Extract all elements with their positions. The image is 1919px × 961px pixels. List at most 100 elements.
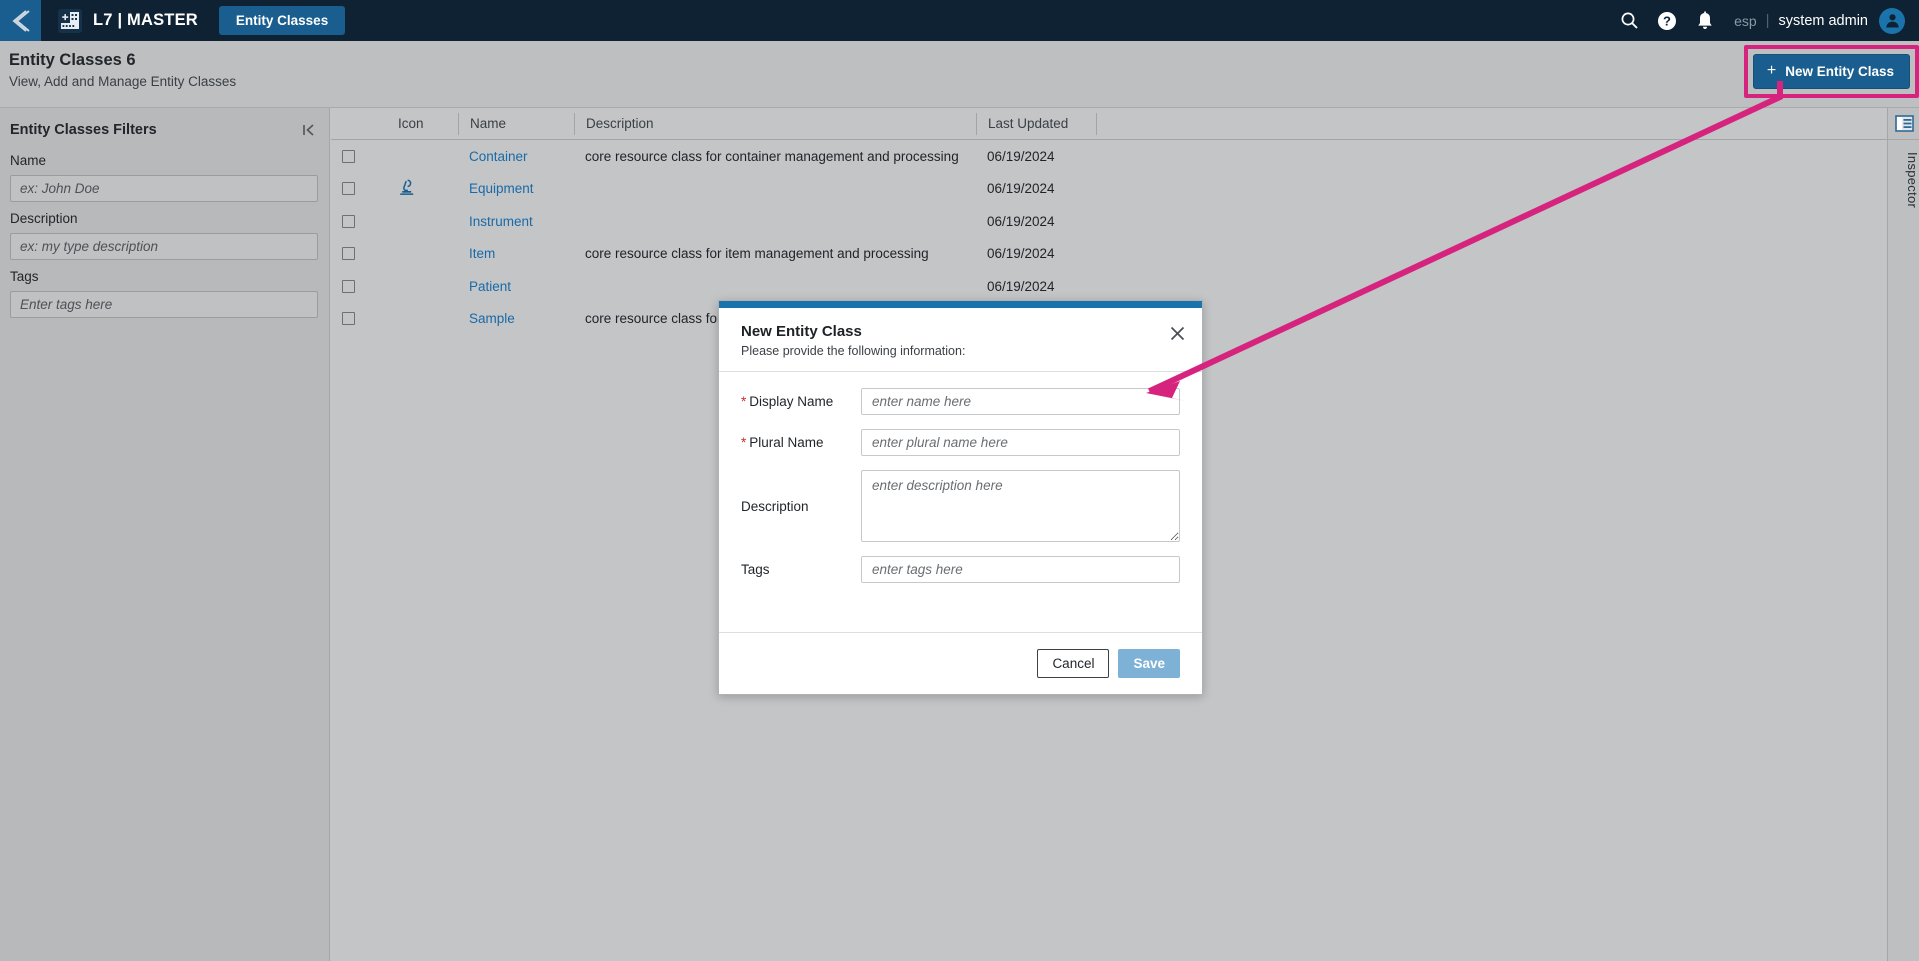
display-name-label-text: Display Name [749, 394, 834, 409]
row-name-cell: Sample [458, 311, 574, 326]
entity-class-link[interactable]: Equipment [469, 181, 534, 196]
modal-top-accent-bar [719, 301, 1202, 308]
close-icon[interactable] [1169, 325, 1186, 346]
column-header-name[interactable]: Name [458, 112, 574, 135]
filter-group-tags: Tags [0, 260, 329, 318]
top-navigation-bar: L7 | MASTER Entity Classes ? esp | syste… [0, 0, 1919, 41]
row-description-cell: core resource class for item management … [585, 246, 929, 262]
user-name-label[interactable]: system admin [1779, 13, 1868, 29]
table-row[interactable]: Instrument 06/19/2024 [331, 205, 1887, 238]
row-last-updated-cell: 06/19/2024 [987, 246, 1055, 262]
entity-class-link[interactable]: Instrument [469, 214, 533, 229]
entity-classes-filters-panel: Entity Classes Filters Name Description … [0, 108, 330, 961]
help-icon[interactable]: ? [1648, 0, 1686, 41]
notifications-bell-icon[interactable] [1686, 0, 1724, 41]
field-row-description: Description [741, 470, 1180, 542]
row-last-updated-cell: 06/19/2024 [987, 278, 1055, 294]
filter-tags-input[interactable] [10, 291, 318, 318]
field-row-tags: Tags [741, 556, 1180, 583]
tab-entity-classes[interactable]: Entity Classes [218, 6, 346, 35]
required-marker: * [741, 394, 747, 409]
chevron-left-icon [9, 8, 33, 34]
filter-group-name: Name [0, 144, 329, 202]
required-marker: * [741, 435, 747, 450]
row-checkbox[interactable] [342, 312, 355, 326]
row-name-cell: Instrument [458, 214, 574, 229]
row-checkbox[interactable] [342, 247, 355, 261]
modal-body: *Display Name *Plural Name Description T… [719, 372, 1202, 607]
plural-name-label: * Plural Name [741, 435, 861, 450]
column-header-spacer [1096, 112, 1887, 135]
row-last-updated-cell: 06/19/2024 [987, 148, 1055, 164]
column-header-last-updated[interactable]: Last Updated [976, 112, 1096, 135]
row-description-cell: core resource class for container manage… [585, 148, 959, 164]
row-name-cell: Equipment [458, 181, 574, 196]
plural-name-field[interactable] [861, 429, 1180, 456]
row-checkbox[interactable] [342, 182, 355, 196]
row-checkbox-cell [331, 279, 387, 293]
field-row-display-name: * Display Name [741, 388, 1180, 415]
table-row[interactable]: Equipment 06/19/2024 [331, 173, 1887, 206]
plus-icon: + [1766, 62, 1777, 79]
column-header-icon[interactable]: Icon [387, 113, 458, 135]
search-icon[interactable] [1610, 0, 1648, 41]
modal-title: New Entity Class [741, 323, 862, 340]
inspector-panel-icon[interactable] [1888, 108, 1919, 140]
nav-separator: | [1765, 12, 1770, 29]
display-name-field[interactable] [861, 388, 1180, 415]
modal-footer: Cancel Save [719, 632, 1202, 694]
top-nav-right-group: ? esp | system admin [1610, 0, 1919, 41]
table-header-row: Icon Name Description Last Updated [331, 108, 1887, 140]
back-button[interactable] [0, 0, 41, 41]
new-entity-class-button-wrapper: + New Entity Class [1743, 45, 1919, 98]
new-entity-class-button[interactable]: + New Entity Class [1752, 54, 1910, 89]
entity-class-link[interactable]: Sample [469, 311, 515, 326]
row-checkbox[interactable] [342, 214, 355, 228]
description-field[interactable] [861, 470, 1180, 542]
filter-name-input[interactable] [10, 175, 318, 202]
entity-class-link[interactable]: Patient [469, 279, 511, 294]
plural-name-label-text: Plural Name [749, 435, 824, 450]
filter-description-input[interactable] [10, 233, 318, 260]
modal-subtitle: Please provide the following information… [741, 344, 966, 358]
filter-label-name: Name [10, 153, 47, 168]
entity-class-link[interactable]: Container [469, 149, 528, 164]
row-checkbox-cell [331, 182, 387, 196]
field-row-plural-name: * Plural Name [741, 429, 1180, 456]
save-button[interactable]: Save [1118, 649, 1180, 678]
row-name-cell: Item [458, 246, 574, 261]
inspector-rail: Inspector [1887, 108, 1919, 961]
new-entity-class-label: New Entity Class [1785, 63, 1894, 79]
user-avatar-icon[interactable] [1879, 7, 1905, 34]
row-checkbox[interactable] [342, 149, 355, 163]
table-row[interactable]: Container core resource class for contain… [331, 140, 1887, 173]
row-checkbox-cell [331, 247, 387, 261]
new-entity-class-modal: New Entity Class Please provide the foll… [718, 300, 1203, 695]
app-title: L7 | MASTER [93, 11, 198, 29]
display-name-label: * Display Name [741, 394, 861, 409]
svg-text:?: ? [1663, 13, 1671, 28]
entity-class-link[interactable]: Item [469, 246, 495, 261]
row-checkbox[interactable] [342, 279, 355, 293]
page-title: Entity Classes 6 [9, 51, 136, 69]
tags-field[interactable] [861, 556, 1180, 583]
filters-header: Entity Classes Filters [0, 108, 329, 144]
row-last-updated-cell: 06/19/2024 [987, 213, 1055, 229]
page-header: Entity Classes 6 View, Add and Manage En… [0, 41, 1919, 108]
filters-title: Entity Classes Filters [10, 122, 157, 138]
row-checkbox-cell [331, 312, 387, 326]
column-header-description[interactable]: Description [574, 112, 976, 135]
page-subtitle: View, Add and Manage Entity Classes [9, 74, 237, 89]
row-last-updated-cell: 06/19/2024 [987, 181, 1055, 197]
cancel-button[interactable]: Cancel [1037, 649, 1110, 678]
table-row[interactable]: Item core resource class for item managem… [331, 238, 1887, 271]
description-label: Description [741, 498, 809, 514]
row-checkbox-cell [331, 149, 387, 163]
collapse-panel-icon[interactable] [301, 122, 317, 138]
language-indicator[interactable]: esp [1734, 13, 1757, 29]
row-checkbox-cell [331, 214, 387, 228]
table-row[interactable]: Patient 06/19/2024 [331, 270, 1887, 303]
inspector-label[interactable]: Inspector [1888, 152, 1919, 208]
filter-label-description: Description [10, 211, 78, 226]
column-header-select [331, 113, 387, 135]
